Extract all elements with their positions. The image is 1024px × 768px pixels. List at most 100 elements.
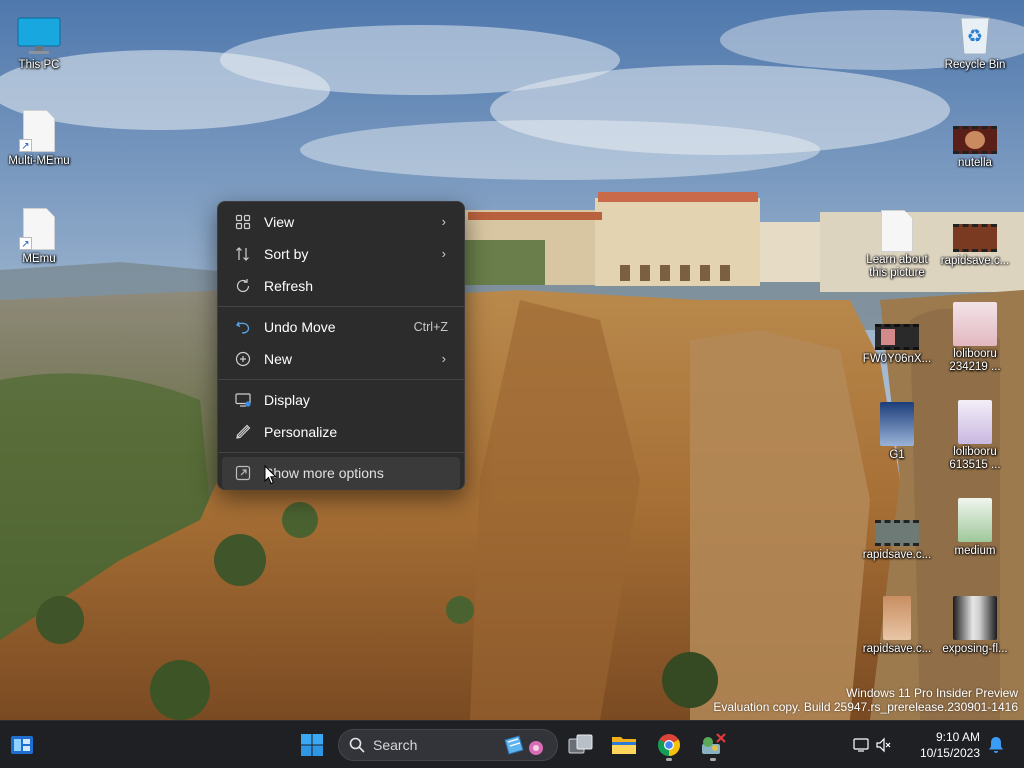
desktop-icon-recycle-bin[interactable]: ♻ Recycle Bin [936, 10, 1014, 72]
menu-item-label: Personalize [264, 424, 338, 440]
bell-icon [989, 737, 1003, 753]
chevron-right-icon: › [441, 351, 446, 366]
desktop-icon-label: Multi-MEmu [8, 155, 70, 167]
menu-item-personalize[interactable]: Personalize [222, 416, 460, 448]
menu-item-label: Display [264, 392, 310, 408]
menu-separator [218, 306, 464, 307]
task-view-icon [568, 734, 593, 754]
notifications-button[interactable] [982, 727, 1010, 763]
desktop-context-menu: View › Sort by › Refresh Undo Move Ctrl+… [217, 201, 465, 490]
desktop-icon-label: medium [954, 545, 996, 557]
taskbar-search-box[interactable]: Search [338, 729, 558, 761]
desktop-icon-nutella[interactable]: nutella [936, 108, 1014, 170]
refresh-icon [234, 277, 252, 295]
mouse-cursor-icon [264, 465, 278, 485]
desktop-icon-label: FW0Y06nX... [862, 353, 932, 365]
taskbar: Search 9:10 AM 10/15/2023 [0, 720, 1024, 768]
image-thumbnail-icon [953, 302, 997, 346]
watermark-line-2: Evaluation copy. Build 25947.rs_prerelea… [713, 700, 1018, 714]
menu-item-shortcut: Ctrl+Z [413, 320, 448, 334]
plus-circle-icon [234, 350, 252, 368]
shortcut-arrow-icon: ↗ [19, 237, 32, 250]
desktop-icon-g1[interactable]: G1 [858, 400, 936, 462]
undo-icon [234, 318, 252, 336]
desktop-icon-medium[interactable]: medium [936, 496, 1014, 558]
menu-item-label: Undo Move [264, 319, 336, 335]
menu-item-label: View [264, 214, 295, 230]
desktop-icon-label: rapidsave.c... [862, 549, 932, 561]
desktop-icon-label: Learn about this picture [866, 254, 928, 279]
menu-item-new[interactable]: New › [222, 343, 460, 375]
desktop-icon-label: exposing-fl... [942, 643, 1008, 655]
recycle-bin-icon: ♻ [960, 17, 990, 55]
desktop-icon-learn-about-picture[interactable]: Learn about this picture [858, 206, 936, 280]
monitor-icon [17, 17, 61, 54]
desktop-icon-label: This PC [18, 59, 60, 71]
running-indicator [666, 758, 672, 761]
evaluation-watermark: Windows 11 Pro Insider Preview Evaluatio… [713, 686, 1018, 714]
app-button[interactable] [695, 727, 731, 763]
widgets-icon [11, 736, 33, 754]
search-icon [349, 737, 365, 753]
folder-icon [612, 737, 636, 754]
desktop-icon-rapidsave-3[interactable]: rapidsave.c... [858, 594, 936, 656]
file-explorer-button[interactable] [606, 727, 642, 763]
video-thumbnail-icon [953, 126, 997, 154]
menu-item-label: Sort by [264, 246, 309, 262]
menu-item-display[interactable]: Display [222, 384, 460, 416]
volume-muted-icon [876, 737, 891, 753]
widgets-button[interactable] [4, 727, 40, 763]
desktop-icon-lolibooru-234219[interactable]: lolibooru 234219 ... [936, 300, 1014, 374]
video-thumbnail-icon [875, 520, 919, 546]
menu-item-show-more-options[interactable]: Show more options [222, 457, 460, 489]
desktop-icon-label: G1 [889, 449, 905, 461]
clock-time: 9:10 AM [935, 730, 980, 744]
desktop-icon-multi-memu[interactable]: ↗ Multi-MEmu [0, 106, 78, 168]
desktop-icon-rapidsave-2[interactable]: rapidsave.c... [858, 500, 936, 562]
image-thumbnail-icon [953, 596, 997, 640]
image-thumbnail-icon [958, 498, 992, 542]
menu-item-sort-by[interactable]: Sort by › [222, 238, 460, 270]
file-icon [881, 210, 913, 252]
desktop-icon-rapidsave-1[interactable]: rapidsave.c... [936, 206, 1014, 268]
desktop-icon-exposing-fl[interactable]: exposing-fl... [936, 594, 1014, 656]
desktop-icon-label: rapidsave.c... [940, 255, 1010, 267]
desktop-icon-fw0y06nx[interactable]: FW0Y06nX... [858, 304, 936, 366]
network-icon [853, 738, 869, 752]
menu-item-view[interactable]: View › [222, 206, 460, 238]
chrome-button[interactable] [651, 727, 687, 763]
shortcut-arrow-icon: ↗ [19, 139, 32, 152]
chevron-right-icon: › [441, 246, 446, 261]
desktop-icon-label: MEmu [22, 253, 56, 265]
task-view-button[interactable] [563, 727, 599, 763]
clock-date: 10/15/2023 [919, 746, 980, 760]
app-icon [702, 733, 726, 754]
menu-item-label: Show more options [264, 465, 384, 481]
running-indicator [710, 758, 716, 761]
menu-separator [218, 452, 464, 453]
svg-text:♻: ♻ [967, 26, 983, 47]
menu-item-label: New [264, 351, 293, 367]
clock[interactable]: 9:10 AM 10/15/2023 [920, 729, 980, 761]
image-thumbnail-icon [880, 402, 914, 446]
search-highlight-icon [504, 735, 543, 755]
desktop-icon-memu[interactable]: ↗ MEmu [0, 204, 78, 266]
image-thumbnail-icon [883, 596, 911, 640]
start-button[interactable] [294, 727, 330, 763]
menu-separator [218, 379, 464, 380]
chrome-icon [658, 734, 680, 756]
pen-icon [234, 423, 252, 441]
desktop-icon-lolibooru-613515[interactable]: lolibooru 613515 ... [936, 398, 1014, 472]
desktop-icon-this-pc[interactable]: This PC [0, 10, 78, 72]
desktop-icon-label: lolibooru 234219 ... [949, 348, 1001, 373]
windows-logo-icon [301, 734, 323, 756]
video-thumbnail-icon [953, 224, 997, 252]
desktop-icon-label: rapidsave.c... [862, 643, 932, 655]
menu-item-undo-move[interactable]: Undo Move Ctrl+Z [222, 311, 460, 343]
menu-item-refresh[interactable]: Refresh [222, 270, 460, 302]
system-tray-network-volume[interactable] [852, 727, 892, 763]
sort-icon [234, 245, 252, 263]
chevron-right-icon: › [441, 214, 446, 229]
watermark-line-1: Windows 11 Pro Insider Preview [846, 686, 1018, 700]
desktop-icon-label: Recycle Bin [944, 59, 1006, 71]
